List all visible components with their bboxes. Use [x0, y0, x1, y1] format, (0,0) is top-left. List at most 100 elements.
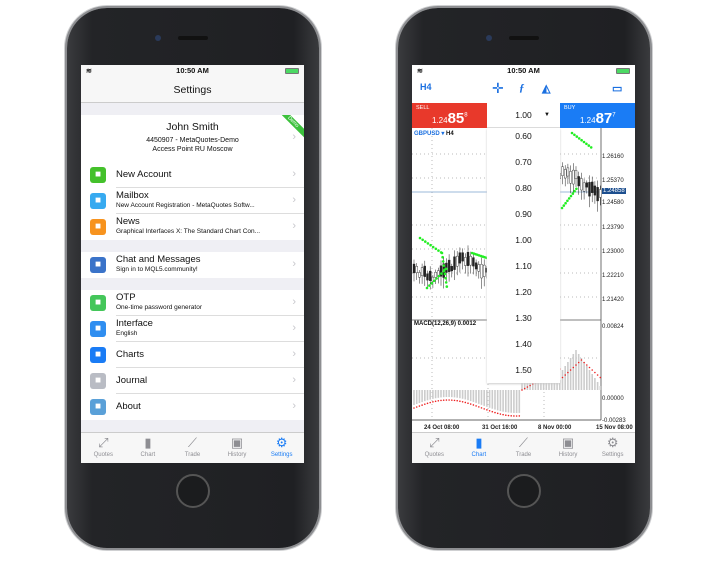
candle [593, 185, 597, 196]
sar-dot [442, 269, 446, 273]
candle [474, 262, 478, 270]
candle [453, 256, 456, 270]
macd-bar [594, 378, 596, 390]
tab-quotes[interactable]: ⤢ Quotes [412, 433, 457, 463]
tab-trade[interactable]: ⟋ Trade [170, 433, 215, 463]
settings-item-new-account[interactable]: ■ New Account › [81, 162, 304, 188]
trade-window-icon[interactable]: ▭ [612, 82, 622, 95]
settings-item-journal[interactable]: ■ Journal › [81, 368, 304, 394]
sell-button[interactable]: SELL 1.24858 [412, 103, 487, 128]
sar-dot [437, 249, 440, 252]
volume-dropdown-list[interactable]: 0.60 0.70 0.80 0.90 1.00 1.10 1.20 1.30 1.40 1.50 [487, 128, 560, 383]
sar-dot [440, 272, 443, 275]
price-axis-label: 1.23000 [602, 249, 624, 255]
macd-bar [413, 390, 415, 405]
signal-dot [591, 369, 593, 371]
camera [486, 35, 492, 41]
signal-dot [480, 407, 483, 409]
volume-option[interactable]: 0.60 [487, 131, 560, 141]
timeframe-button[interactable]: H4 [420, 82, 432, 92]
time-axis-label: 24 Oct 08:00 [424, 425, 460, 431]
battery-icon [285, 68, 299, 74]
tab-history[interactable]: ▣ History [215, 433, 260, 463]
sar-dot [441, 260, 445, 263]
volume-option[interactable]: 0.70 [487, 157, 560, 167]
sar-dot [564, 201, 567, 205]
tab-label: Chart [140, 452, 156, 458]
sar-dot [570, 131, 574, 135]
tab-chart[interactable]: ▮ Chart [457, 433, 502, 463]
signal-dot [580, 359, 583, 361]
tab-label: Settings [270, 452, 293, 458]
crosshair-icon[interactable]: ✛ [492, 80, 504, 97]
tab-settings[interactable]: ⚙ Settings [590, 433, 635, 463]
tab-settings[interactable]: ⚙ Settings [259, 433, 304, 463]
macd-bar [491, 390, 494, 409]
macd-bar [505, 390, 507, 413]
macd-bar [456, 390, 458, 398]
signal-dot [464, 401, 467, 404]
settings-item-mailbox[interactable]: ■ Mailbox New Account Registration - Met… [81, 188, 304, 214]
history-icon: ▣ [230, 435, 244, 450]
sar-dot [435, 277, 438, 280]
tab-trade[interactable]: ⟋ Trade [501, 433, 546, 463]
signal-dot [496, 412, 499, 415]
symbol-label[interactable]: GBPUSD ▾ H4 [414, 130, 454, 137]
sell-label: SELL [416, 105, 430, 111]
settings-item-about[interactable]: ■ About › [81, 394, 304, 420]
volume-option[interactable]: 1.20 [487, 287, 560, 297]
settings-item-interface[interactable]: ■ Interface English › [81, 316, 304, 342]
sar-dot [418, 236, 422, 240]
volume-option[interactable]: 1.00 [487, 235, 560, 245]
settings-item-otp[interactable]: ■ OTP One-time password generator › [81, 290, 304, 316]
settings-item-news[interactable]: ■ News Graphical Interfaces X: The Stand… [81, 214, 304, 240]
macd-bar [451, 390, 453, 398]
sar-dot [441, 255, 444, 259]
profile-cell[interactable]: John Smith 4450907 - MetaQuotes-Demo Acc… [81, 115, 304, 162]
item-title: Mailbox [116, 190, 149, 201]
settings-item-chat-and-messages[interactable]: ■ Chat and Messages Sign in to MQL5.comm… [81, 252, 304, 278]
signal-dot [505, 414, 507, 416]
candle [477, 264, 481, 272]
sar-dot [428, 284, 431, 287]
signal-dot [567, 371, 569, 374]
volume-option[interactable]: 1.50 [487, 365, 560, 375]
volume-option[interactable]: 0.90 [487, 209, 560, 219]
tab-quotes[interactable]: ⤢ Quotes [81, 433, 126, 463]
volume-option[interactable]: 1.40 [487, 339, 560, 349]
volume-select[interactable]: 1.00 ▼ [487, 103, 560, 128]
macd-bar [599, 386, 602, 390]
macd-bar [580, 358, 583, 390]
buy-label: BUY [564, 105, 576, 111]
tab-bar: ⤢ Quotes ▮ Chart ⟋ Trade ▣ History ⚙ Settings [81, 432, 304, 463]
status-bar: ≋ 10:50 AM [412, 65, 635, 77]
indicators-icon[interactable]: ƒ [519, 82, 525, 94]
volume-option[interactable]: 1.30 [487, 313, 560, 323]
buy-button[interactable]: BUY 1.24877 [560, 103, 635, 128]
objects-icon[interactable]: ◭ [542, 82, 550, 95]
sar-dot [421, 238, 424, 242]
signal-dot [421, 404, 423, 406]
signal-dot [459, 400, 461, 402]
tab-history[interactable]: ▣ History [546, 433, 591, 463]
item-title: OTP [116, 292, 136, 303]
tab-chart[interactable]: ▮ Chart [126, 433, 171, 463]
chevron-right-icon: › [292, 194, 296, 206]
journal-icon: ■ [90, 373, 106, 389]
candle [569, 171, 572, 184]
home-button[interactable] [507, 474, 541, 508]
volume-option[interactable]: 1.10 [487, 261, 560, 271]
settings-item-charts[interactable]: ■ Charts › [81, 342, 304, 368]
volume-option[interactable]: 0.80 [487, 183, 560, 193]
thumbs-up-icon: ■ [90, 257, 106, 273]
macd-bar [421, 390, 423, 403]
signal-dot [588, 366, 591, 369]
signal-dot [472, 404, 475, 406]
home-button[interactable] [176, 474, 210, 508]
macd-bar [418, 390, 421, 404]
chevron-right-icon: › [292, 322, 296, 334]
tab-label: Quotes [424, 452, 444, 458]
macd-bar [564, 366, 566, 390]
macd-axis-label: 0.00000 [602, 396, 624, 402]
macd-bar [437, 390, 440, 398]
